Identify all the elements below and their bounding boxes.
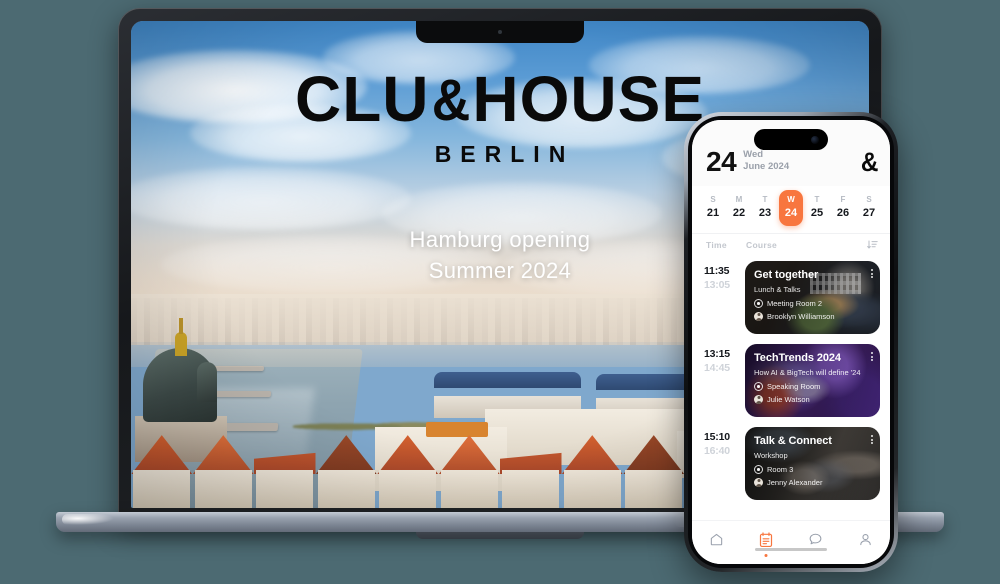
event-card-talk-connect[interactable]: Talk & Connect Workshop Room 3 Jenny Ale…	[745, 427, 880, 501]
event-room: Meeting Room 2	[767, 298, 823, 308]
event-start-time: 13:15	[704, 348, 730, 361]
event-host-row: Jenny Alexander	[754, 477, 871, 487]
event-location-row: Speaking Room	[754, 381, 871, 391]
event-time-block: 13:15 14:45	[704, 344, 738, 375]
laptop-notch	[416, 21, 584, 43]
day-cell-23[interactable]: T 23	[753, 190, 777, 226]
event-subtitle: How AI & BigTech will define '24	[754, 367, 861, 377]
schedule-list[interactable]: 11:35 13:05 Get together Lunch & Talks M…	[692, 256, 890, 520]
day-of-week-label: M	[735, 195, 743, 204]
location-pin-icon	[754, 381, 763, 391]
card-more-options-icon[interactable]	[871, 435, 873, 445]
event-host: Brooklyn Williamson	[767, 311, 835, 321]
dynamic-island	[754, 129, 828, 150]
event-title: Get together	[754, 269, 819, 282]
date-label-stack: Wed June 2024	[743, 148, 789, 173]
schedule-list-header: Time Course	[692, 233, 890, 256]
event-host: Jenny Alexander	[767, 477, 823, 487]
event-title: Talk & Connect	[754, 435, 832, 448]
card-more-options-icon[interactable]	[871, 352, 873, 362]
event-end-time: 16:40	[704, 445, 730, 458]
event-end-time: 13:05	[704, 279, 730, 292]
event-start-time: 11:35	[704, 265, 730, 278]
day-of-week-label: T	[762, 195, 768, 204]
day-number-label: 22	[732, 207, 746, 219]
day-of-week-label: S	[710, 195, 716, 204]
day-of-week-label: F	[840, 195, 846, 204]
host-avatar	[754, 311, 763, 321]
event-location-row: Meeting Room 2	[754, 298, 871, 308]
phone-bottom-navigation[interactable]	[692, 520, 890, 564]
schedule-row[interactable]: 11:35 13:05 Get together Lunch & Talks M…	[692, 256, 890, 339]
day-cell-25[interactable]: T 25	[805, 190, 829, 226]
event-card-techtrends[interactable]: TechTrends 2024 How AI & BigTech will de…	[745, 344, 880, 418]
event-start-time: 15:10	[704, 431, 730, 444]
host-avatar	[754, 394, 763, 404]
wordmark-part-1: CLU	[294, 63, 430, 135]
brand-logo-icon[interactable]: &	[860, 148, 878, 176]
day-number-label: 23	[758, 207, 772, 219]
event-subtitle: Lunch & Talks	[754, 284, 801, 294]
event-host-row: Brooklyn Williamson	[754, 311, 871, 321]
day-number-label: 25	[810, 207, 824, 219]
event-subtitle: Workshop	[754, 450, 788, 460]
day-of-week-label: S	[866, 195, 872, 204]
location-pin-icon	[754, 464, 763, 474]
home-icon	[711, 533, 723, 546]
chat-icon	[809, 533, 822, 545]
event-title: TechTrends 2024	[754, 352, 841, 365]
front-camera-icon	[811, 135, 819, 144]
card-more-options-icon[interactable]	[871, 269, 873, 279]
schedule-icon	[760, 531, 773, 547]
day-of-week-label: T	[814, 195, 820, 204]
day-of-week-label: W	[787, 195, 795, 204]
day-number-label: 21	[706, 207, 720, 219]
screenshot-stage: CLU & HOUSE BERLIN Hamburg opening Summer …	[0, 0, 1000, 584]
laptop-camera-icon	[498, 30, 502, 34]
event-end-time: 14:45	[704, 362, 730, 375]
host-avatar	[754, 477, 763, 487]
event-room: Room 3	[767, 464, 794, 474]
schedule-row[interactable]: 13:15 14:45 TechTrends 2024 How AI & Big…	[692, 339, 890, 422]
event-location-row: Room 3	[754, 464, 871, 474]
nav-profile-button[interactable]	[848, 527, 882, 553]
week-day-selector[interactable]: S 21 M 22 T 23 W 24 T 25 F 26 S 27	[692, 186, 890, 234]
home-indicator	[755, 547, 827, 551]
sort-descending-icon[interactable]	[867, 240, 878, 250]
event-card-get-together[interactable]: Get together Lunch & Talks Meeting Room …	[745, 261, 880, 335]
laptop-hinge-notch	[416, 531, 584, 539]
day-number-label: 24	[784, 207, 798, 219]
event-host: Julie Watson	[767, 394, 810, 404]
phone-device: 24 Wed June 2024 & S 21 M 22 T 23 W 24 T…	[684, 112, 898, 572]
day-cell-22[interactable]: M 22	[727, 190, 751, 226]
column-header-time: Time	[706, 240, 727, 251]
selected-day-number: 24	[706, 146, 737, 177]
wordmark-part-2: HOUSE	[472, 63, 705, 135]
event-time-block: 11:35 13:05	[704, 261, 738, 292]
day-cell-27[interactable]: S 27	[857, 190, 881, 226]
day-cell-26[interactable]: F 26	[831, 190, 855, 226]
phone-screen: 24 Wed June 2024 & S 21 M 22 T 23 W 24 T…	[692, 120, 890, 564]
wordmark-ampersand: &	[431, 68, 471, 133]
column-header-course: Course	[746, 240, 778, 251]
day-cell-21[interactable]: S 21	[701, 190, 725, 226]
day-cell-24-selected[interactable]: W 24	[779, 190, 803, 227]
day-number-label: 26	[836, 207, 850, 219]
active-nav-indicator	[764, 553, 768, 557]
event-host-row: Julie Watson	[754, 394, 871, 404]
profile-icon	[860, 533, 871, 546]
event-time-block: 15:10 16:40	[704, 427, 738, 458]
location-pin-icon	[754, 298, 763, 308]
month-year-label: June 2024	[743, 160, 790, 172]
nav-home-button[interactable]	[700, 527, 734, 553]
weekday-label: Wed	[743, 149, 764, 160]
schedule-row[interactable]: 15:10 16:40 Talk & Connect Workshop Room…	[692, 422, 890, 505]
event-room: Speaking Room	[767, 381, 821, 391]
day-number-label: 27	[862, 207, 876, 219]
